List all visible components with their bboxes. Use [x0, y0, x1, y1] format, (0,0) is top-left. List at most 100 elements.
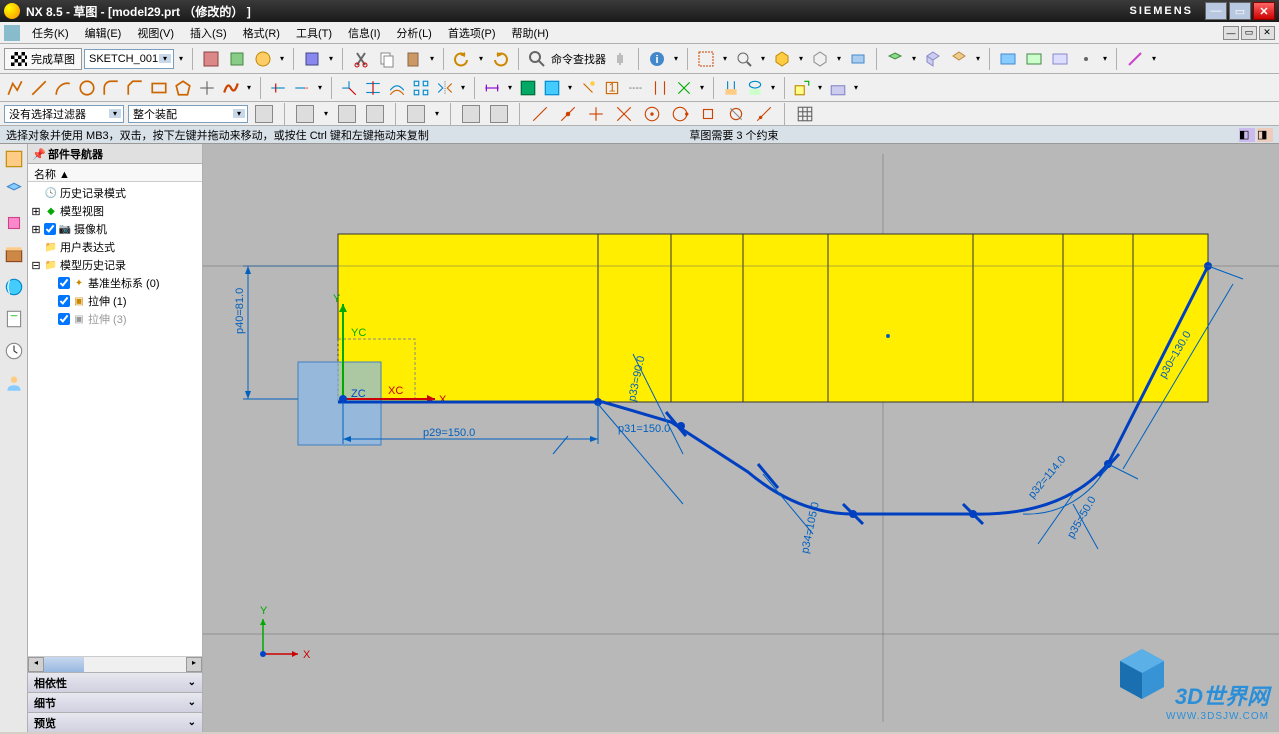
- info-button[interactable]: i: [645, 47, 669, 71]
- filter-btn-5[interactable]: [404, 102, 428, 126]
- convert-ref-button[interactable]: [625, 77, 647, 99]
- update-button[interactable]: [251, 47, 275, 71]
- snap-pt-4[interactable]: [612, 102, 636, 126]
- zoom-button[interactable]: [732, 47, 756, 71]
- section-dependency[interactable]: 相依性⌄: [28, 672, 202, 692]
- copy-button[interactable]: [375, 47, 399, 71]
- menu-info[interactable]: 信息(I): [340, 23, 388, 43]
- menu-preferences[interactable]: 首选项(P): [440, 23, 504, 43]
- status-icon-1[interactable]: ◧: [1239, 128, 1255, 142]
- trim-recipe-button[interactable]: [362, 77, 384, 99]
- reattach-button[interactable]: [225, 47, 249, 71]
- navigator-column-name[interactable]: 名称 ▲: [28, 164, 202, 182]
- assembly-navigator-tab[interactable]: [3, 180, 25, 202]
- tree-cameras[interactable]: ⊞ 📷 摄像机: [30, 220, 200, 238]
- tree-user-expr[interactable]: 📁 用户表达式: [30, 238, 200, 256]
- tree-model-views[interactable]: ⊞ ◆ 模型视图: [30, 202, 200, 220]
- tree-extrude-1[interactable]: ▣ 拉伸 (1): [30, 292, 200, 310]
- section-preview[interactable]: 预览⌄: [28, 712, 202, 732]
- snap-pt-2[interactable]: [556, 102, 580, 126]
- wave-button[interactable]: [996, 47, 1020, 71]
- filter-btn-4[interactable]: [363, 102, 387, 126]
- command-finder-button[interactable]: [525, 47, 549, 71]
- save-button[interactable]: [300, 47, 324, 71]
- filter-btn-3[interactable]: [335, 102, 359, 126]
- edit-section-button[interactable]: [947, 47, 971, 71]
- assembly-button[interactable]: [1022, 47, 1046, 71]
- menu-edit[interactable]: 编辑(E): [77, 23, 130, 43]
- menu-analysis[interactable]: 分析(L): [388, 23, 439, 43]
- shaded-button[interactable]: [770, 47, 794, 71]
- graphics-viewport[interactable]: X Y XC YC ZC: [203, 144, 1279, 732]
- auto-constrain-button[interactable]: [541, 77, 563, 99]
- camera-checkbox[interactable]: [44, 223, 56, 235]
- orient-sketch-button[interactable]: [199, 47, 223, 71]
- sketch-name-combo[interactable]: SKETCH_001: [84, 49, 174, 69]
- tree-datum-csys[interactable]: ✦ 基准坐标系 (0): [30, 274, 200, 292]
- menu-help[interactable]: 帮助(H): [504, 23, 557, 43]
- selection-filter-combo[interactable]: 没有选择过滤器: [4, 105, 124, 123]
- snap-pt-3[interactable]: [584, 102, 608, 126]
- project-curve-button[interactable]: [720, 77, 742, 99]
- tree-history-mode[interactable]: 🕓 历史记录模式: [30, 184, 200, 202]
- layer-button[interactable]: [883, 47, 907, 71]
- add-existing-button[interactable]: [791, 77, 813, 99]
- maximize-button[interactable]: ▭: [1229, 2, 1251, 20]
- extrude1-checkbox[interactable]: [58, 295, 70, 307]
- snap-pt-5[interactable]: [640, 102, 664, 126]
- tree-extrude-3[interactable]: ▣ 拉伸 (3): [30, 310, 200, 328]
- quick-extend-button[interactable]: [291, 77, 313, 99]
- grid-button[interactable]: [793, 102, 817, 126]
- fit-button[interactable]: [694, 47, 718, 71]
- rectangle-button[interactable]: [148, 77, 170, 99]
- drafting-button[interactable]: [1048, 47, 1072, 71]
- pattern-curve-button[interactable]: [410, 77, 432, 99]
- wireframe-button[interactable]: [808, 47, 832, 71]
- navigator-tree[interactable]: 🕓 历史记录模式 ⊞ ◆ 模型视图 ⊞ 📷 摄像机 📁 用户表达式 ⊟ 📁: [28, 182, 202, 656]
- fillet-button[interactable]: [100, 77, 122, 99]
- see-through-button[interactable]: [846, 47, 870, 71]
- touch-mode-button[interactable]: [608, 47, 632, 71]
- paste-button[interactable]: [401, 47, 425, 71]
- studio-spline-button[interactable]: [220, 77, 242, 99]
- circle-button[interactable]: [76, 77, 98, 99]
- inferred-dim-button[interactable]: [481, 77, 503, 99]
- mirror-curve-button[interactable]: [434, 77, 456, 99]
- pin-icon[interactable]: 📌: [32, 148, 44, 160]
- menu-tools[interactable]: 工具(T): [288, 23, 340, 43]
- extrude3-checkbox[interactable]: [58, 313, 70, 325]
- toolbar-menu-button[interactable]: [1074, 47, 1098, 71]
- make-corner-button[interactable]: [338, 77, 360, 99]
- redo-button[interactable]: [488, 47, 512, 71]
- menu-insert[interactable]: 插入(S): [182, 23, 235, 43]
- filter-btn-2[interactable]: [293, 102, 317, 126]
- internet-explorer-tab[interactable]: [3, 276, 25, 298]
- point-button[interactable]: [196, 77, 218, 99]
- snap-pt-8[interactable]: [724, 102, 748, 126]
- reuse-library-tab[interactable]: [3, 244, 25, 266]
- clip-button[interactable]: [921, 47, 945, 71]
- mdi-close-icon[interactable]: ✕: [1259, 26, 1275, 40]
- profile-button[interactable]: [4, 77, 26, 99]
- show-constraints-button[interactable]: [577, 77, 599, 99]
- minimize-button[interactable]: —: [1205, 2, 1227, 20]
- alternate-sol-button[interactable]: [649, 77, 671, 99]
- close-button[interactable]: ✕: [1253, 2, 1275, 20]
- edit-curve-button[interactable]: [827, 77, 849, 99]
- dropdown-icon[interactable]: ▾: [176, 54, 186, 63]
- intersect-curve-button[interactable]: [744, 77, 766, 99]
- finish-sketch-button[interactable]: 完成草图: [4, 48, 82, 70]
- csys-checkbox[interactable]: [58, 277, 70, 289]
- undo-button[interactable]: [450, 47, 474, 71]
- snap-pt-9[interactable]: [752, 102, 776, 126]
- inferred-constraints-button[interactable]: [673, 77, 695, 99]
- menu-task[interactable]: 任务(K): [24, 23, 77, 43]
- quick-trim-button[interactable]: [267, 77, 289, 99]
- scope-combo[interactable]: 整个装配: [128, 105, 248, 123]
- scroll-left-icon[interactable]: ◂: [28, 657, 44, 672]
- navigator-hscroll[interactable]: ◂ ▸: [28, 656, 202, 672]
- mdi-minimize-icon[interactable]: —: [1223, 26, 1239, 40]
- menu-view[interactable]: 视图(V): [129, 23, 182, 43]
- arc-button[interactable]: [52, 77, 74, 99]
- mdi-restore-icon[interactable]: ▭: [1241, 26, 1257, 40]
